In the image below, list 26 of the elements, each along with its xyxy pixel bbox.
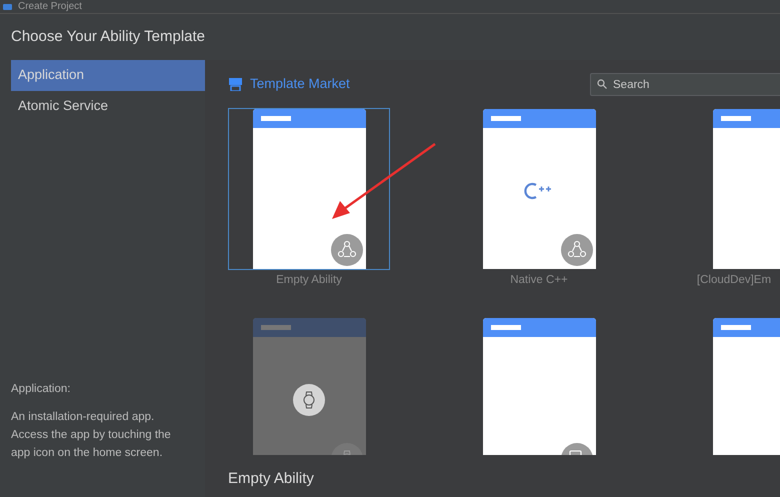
store-icon [229, 78, 242, 90]
template-label: Empty Ability [276, 273, 342, 288]
template-market-link[interactable]: Template Market [250, 74, 350, 94]
app-icon [3, 4, 12, 10]
sidebar-item[interactable]: Application [11, 60, 205, 91]
description-text: An installation-required app. Access the app by touching the app icon on the home screen. [11, 410, 172, 461]
connected-nodes-icon [330, 234, 362, 266]
cpp-icon [524, 180, 554, 200]
template-label: [CloudDev]Em [696, 273, 772, 288]
details-title: Empty Ability [228, 468, 314, 489]
sidebar-item[interactable]: Atomic Service [11, 91, 205, 122]
search-icon [597, 78, 607, 89]
header-title-placeholder [260, 325, 290, 330]
header-title-placeholder [260, 116, 290, 121]
connected-nodes-icon [560, 234, 592, 266]
header-title-placeholder [720, 325, 750, 330]
header-title-placeholder [490, 325, 520, 330]
search-field[interactable]: Search [590, 73, 780, 96]
window-title: Create Project [18, 0, 82, 12]
header-title-placeholder [720, 116, 750, 121]
watch-icon [293, 384, 325, 416]
template-card[interactable] [228, 108, 390, 270]
header-title-placeholder [490, 116, 520, 121]
description-title: Application: [11, 382, 72, 397]
template-label: Native C++ [510, 273, 568, 288]
page-heading: Choose Your Ability Template [11, 26, 206, 47]
